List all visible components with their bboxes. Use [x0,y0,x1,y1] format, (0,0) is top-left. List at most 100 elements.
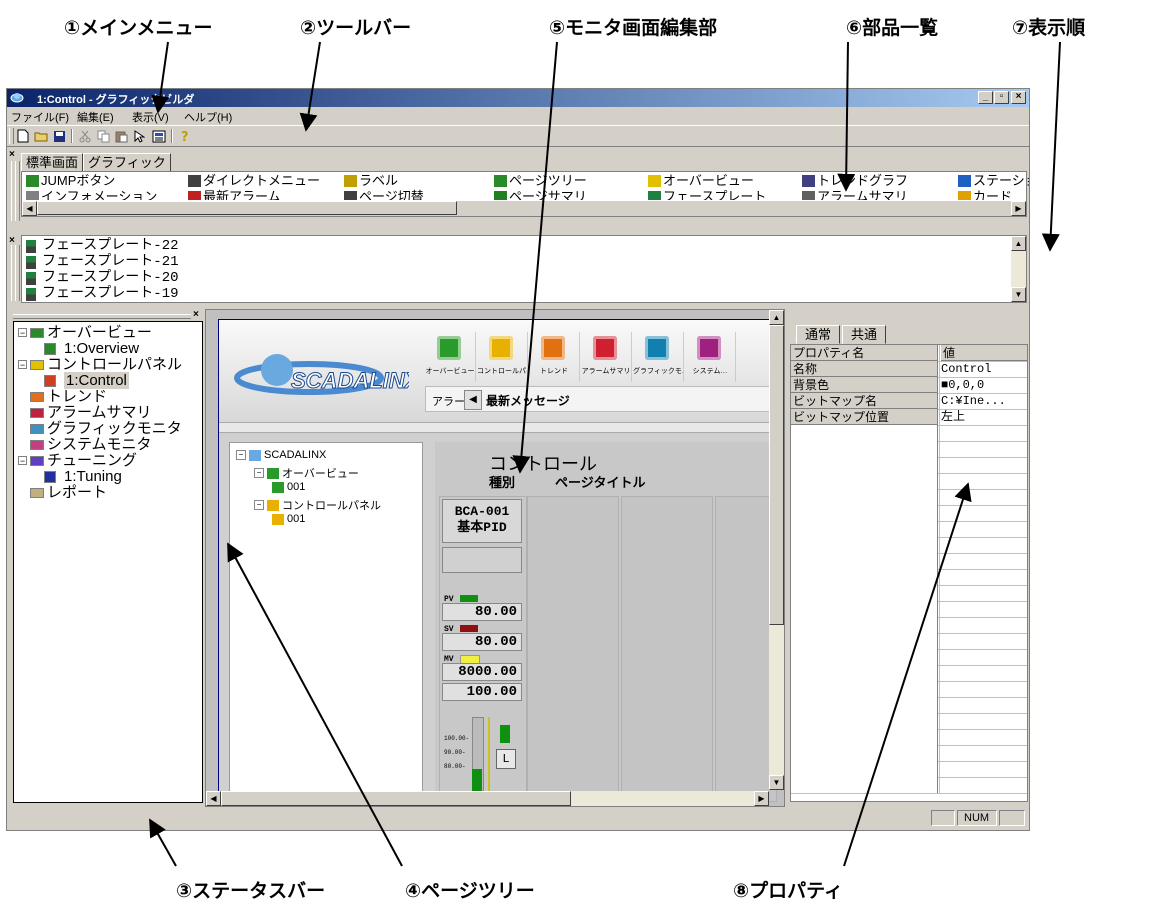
editor-vscroll-thumb[interactable] [769,325,784,625]
tree-node[interactable]: − オーバービュー [18,324,152,341]
collapse-toggle-icon[interactable]: − [254,468,264,478]
minimize-button[interactable]: _ [978,91,993,104]
tree-node[interactable]: 1:Control [44,372,129,389]
property-row[interactable]: ビットマップ名 C:¥Ine... [791,393,1027,410]
collapse-toggle-icon[interactable]: − [236,450,246,460]
property-name: 名称 [791,361,938,377]
save-icon[interactable] [51,128,67,144]
tab-common[interactable]: 共通 [842,325,887,344]
restore-button[interactable]: ▫ [994,91,1009,104]
tree-close-icon[interactable]: × [193,309,199,320]
faceplate-slot-3[interactable] [621,496,713,802]
tree-node[interactable]: アラームサマリ [18,404,152,421]
monitor-tree-node[interactable]: − SCADALINX [236,449,326,461]
monitor-tree-node[interactable]: − コントロールパネル [254,497,381,513]
property-empty-row [791,505,1027,522]
part-item[interactable]: JUMPボタン [26,173,115,189]
tree-node[interactable]: 1:Overview [44,340,139,357]
tab-graphic[interactable]: グラフィック [83,153,171,172]
editor-scroll-up-button[interactable]: ▲ [769,310,784,325]
grid-icon[interactable] [151,128,167,144]
part-item[interactable]: トレンドグラフ [802,173,908,189]
menu-file[interactable]: ファイル(F) [11,109,69,125]
paste-icon[interactable] [113,128,129,144]
parts-hscrollbar[interactable]: ◀ ▶ [22,200,1026,216]
monitor-nav-button[interactable]: トレンド [529,332,580,382]
property-row[interactable]: ビットマップ位置 左上 [791,409,1027,426]
tree-node[interactable]: システムモニタ [18,436,152,453]
property-value[interactable]: 左上 [941,409,965,425]
tree-grip[interactable] [13,314,191,319]
monitor-nav-button[interactable]: オーバービュー [425,332,476,382]
tree-node[interactable]: グラフィックモニタ [18,420,182,437]
property-value[interactable]: ■0,0,0 [941,377,984,393]
parts-scroll-thumb[interactable] [37,201,457,215]
editor-scroll-right-button[interactable]: ▶ [754,791,769,806]
monitor-nav-button[interactable]: グラフィックモニタ [633,332,684,382]
monitor-editor[interactable]: SCADALINX オーバービューコントロールパネルトレンドアラームサマリグラフ… [205,309,785,807]
part-item[interactable]: ページツリー [494,173,587,189]
open-folder-icon[interactable] [33,128,49,144]
collapse-toggle-icon[interactable]: − [254,500,264,510]
mode-button[interactable]: L [496,749,516,769]
parts-scroll-right-button[interactable]: ▶ [1011,201,1026,216]
tree-node[interactable]: レポート [18,484,107,501]
monitor-canvas[interactable]: SCADALINX オーバービューコントロールパネルトレンドアラームサマリグラフ… [218,319,777,803]
tree-node[interactable]: − チューニング [18,452,137,469]
part-item[interactable]: ステーション [958,173,1029,189]
tree-node[interactable]: − コントロールパネル [18,356,182,373]
editor-scroll-down-button[interactable]: ▼ [769,775,784,790]
parts-close-icon[interactable]: × [9,149,15,160]
monitor-tree-node[interactable]: − オーバービュー [254,465,359,481]
monitor-nav-button[interactable]: アラームサマリ [581,332,632,382]
order-vscrollbar[interactable]: ▲ ▼ [1011,236,1026,302]
order-item[interactable]: フェースプレート-22 [26,238,179,254]
monitor-tree-node[interactable]: 001 [272,513,305,525]
menu-edit[interactable]: 編集(E) [77,109,114,125]
page-tree: − オーバービュー 1:Overview − コントロールパネル 1:Control トレン… [13,321,203,803]
tree-node[interactable]: 1:Tuning [44,468,122,485]
monitor-nav-button[interactable]: コントロールパネル [477,332,528,382]
toolbar-grip[interactable] [9,128,14,144]
order-scroll-down-button[interactable]: ▼ [1011,287,1026,302]
faceplate-slot-4[interactable] [715,496,777,802]
collapse-toggle-icon[interactable]: − [18,360,27,370]
property-row[interactable]: 背景色 ■0,0,0 [791,377,1027,394]
close-button[interactable]: × [1011,91,1026,104]
property-value[interactable]: Control [941,361,991,377]
help-icon[interactable]: ? [177,128,193,144]
mv-value[interactable]: 8000.00 [442,663,522,681]
menu-help[interactable]: ヘルプ(H) [184,109,232,125]
menu-view[interactable]: 表示(V) [132,109,169,125]
monitor-tree-node[interactable]: 001 [272,481,305,493]
tab-normal[interactable]: 通常 [796,325,841,344]
faceplate[interactable]: BCA-001 基本PID PV 80.00 SV 80.00 MV 8000.… [439,496,527,803]
order-scroll-up-button[interactable]: ▲ [1011,236,1026,251]
collapse-toggle-icon[interactable]: − [18,328,27,338]
order-item[interactable]: フェースプレート-21 [26,254,179,270]
new-file-icon[interactable] [15,128,31,144]
editor-scroll-left-button[interactable]: ◀ [206,791,221,806]
part-item[interactable]: オーバービュー [648,173,754,189]
tab-standard-screen[interactable]: 標準画面 [21,153,84,173]
monitor-nav-button[interactable]: システム… [685,332,736,382]
sv-value[interactable]: 80.00 [442,633,522,651]
editor-vscrollbar[interactable]: ▲ ▼ [769,310,784,790]
collapse-toggle-icon[interactable]: − [18,456,27,466]
pointer-icon[interactable] [131,128,147,144]
order-item[interactable]: フェースプレート-19 [26,286,179,302]
speaker-icon[interactable]: ◀ [464,390,482,410]
title-bar[interactable]: 1:Control - グラフィックビルダ _ ▫ × [7,89,1029,107]
parts-scroll-left-button[interactable]: ◀ [22,201,37,216]
copy-icon[interactable] [95,128,111,144]
property-value[interactable]: C:¥Ine... [941,393,1006,409]
property-row[interactable]: 名称 Control [791,361,1027,378]
part-item[interactable]: ダイレクトメニュー [188,173,320,189]
order-item[interactable]: フェースプレート-20 [26,270,179,286]
part-item[interactable]: ラベル [344,173,398,189]
faceplate-slot-2[interactable] [527,496,619,802]
editor-hscrollbar[interactable]: ◀ ▶ [206,791,769,806]
cut-icon[interactable] [77,128,93,144]
tree-node[interactable]: トレンド [18,388,107,405]
editor-hscroll-thumb[interactable] [221,791,571,806]
